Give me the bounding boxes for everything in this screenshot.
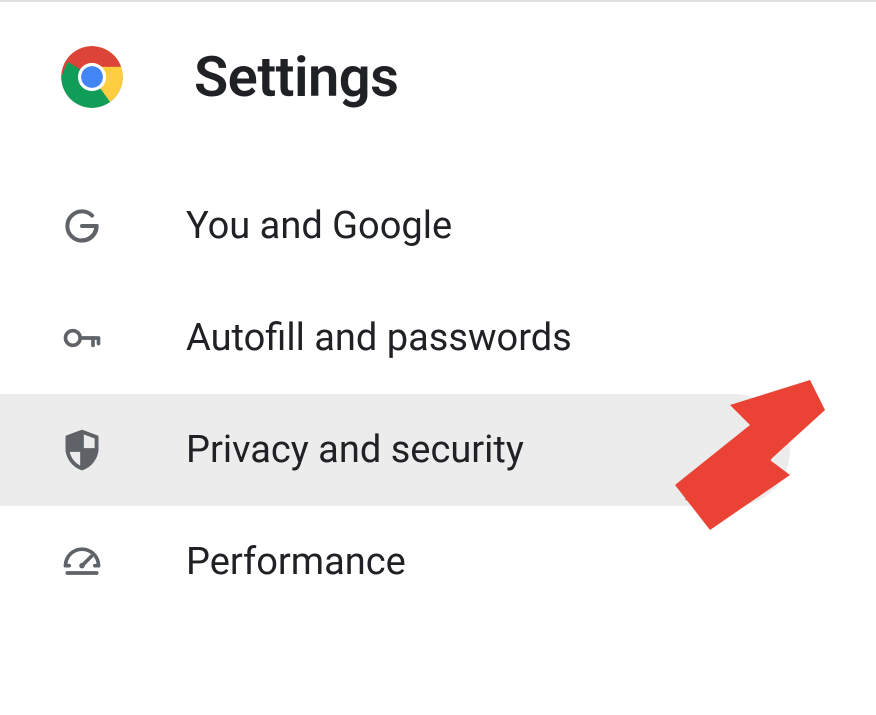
nav-label: Privacy and security — [186, 428, 524, 472]
nav-label: You and Google — [186, 204, 452, 248]
settings-nav: You and Google Autofill and passwords — [0, 170, 876, 618]
key-icon — [60, 316, 104, 360]
nav-label: Autofill and passwords — [186, 316, 572, 360]
chrome-logo-icon — [60, 45, 124, 109]
nav-item-performance[interactable]: Performance — [0, 506, 790, 618]
nav-item-you-and-google[interactable]: You and Google — [0, 170, 790, 282]
settings-header: Settings — [0, 4, 876, 150]
nav-item-autofill-passwords[interactable]: Autofill and passwords — [0, 282, 790, 394]
nav-label: Performance — [186, 540, 406, 584]
nav-item-privacy-security[interactable]: Privacy and security — [0, 394, 790, 506]
google-g-icon — [60, 204, 104, 248]
gauge-icon — [60, 540, 104, 584]
shield-icon — [60, 428, 104, 472]
page-title: Settings — [194, 44, 398, 110]
